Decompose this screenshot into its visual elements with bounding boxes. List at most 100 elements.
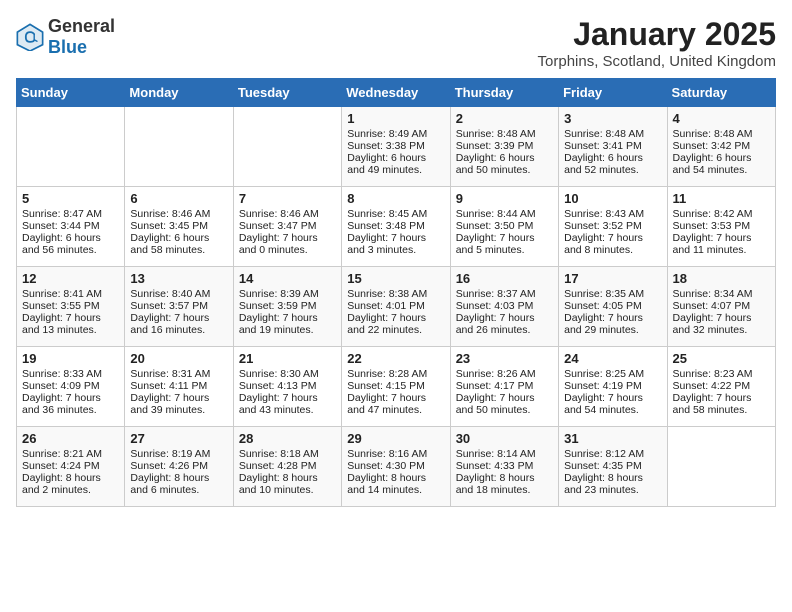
day-info: Sunrise: 8:33 AM [22,368,119,380]
day-info: Sunset: 4:33 PM [456,460,553,472]
calendar-cell: 24Sunrise: 8:25 AMSunset: 4:19 PMDayligh… [559,347,667,427]
day-info: Daylight: 8 hours [347,472,444,484]
header-tuesday: Tuesday [233,79,341,107]
day-info: Daylight: 7 hours [130,312,227,324]
calendar-cell: 5Sunrise: 8:47 AMSunset: 3:44 PMDaylight… [17,187,125,267]
day-info: and 16 minutes. [130,324,227,336]
day-info: Daylight: 7 hours [347,312,444,324]
day-info: Sunrise: 8:19 AM [130,448,227,460]
day-number: 16 [456,271,553,286]
calendar-cell: 18 Sunrise: 8:34 AMSunset: 4:07 PMDayligh… [667,267,775,347]
day-info: Sunset: 4:07 PM [673,300,770,312]
calendar-cell: 12Sunrise: 8:41 AMSunset: 3:55 PMDayligh… [17,267,125,347]
day-info: Sunrise: 8:46 AM [130,208,227,220]
day-info: Daylight: 7 hours [564,312,661,324]
day-info: Sunrise: 8:47 AM [22,208,119,220]
day-number: 22 [347,351,444,366]
day-info: and 43 minutes. [239,404,336,416]
day-info: Sunset: 3:52 PM [564,220,661,232]
day-info: and 0 minutes. [239,244,336,256]
day-number: 5 [22,191,119,206]
day-info: Sunrise: 8:46 AM [239,208,336,220]
day-info: and 10 minutes. [239,484,336,496]
day-number: 12 [22,271,119,286]
calendar-cell: 10 Sunrise: 8:43 AMSunset: 3:52 PMDayligh… [559,187,667,267]
day-number: 2 [456,111,553,126]
day-number: 1 [347,111,444,126]
day-number: 31 [564,431,661,446]
logo: General Blue [16,16,115,58]
header-monday: Monday [125,79,233,107]
day-number: 18 [673,271,770,286]
title-block: January 2025 Torphins, Scotland, United … [538,16,776,70]
location-title: Torphins, Scotland, United Kingdom [538,53,776,70]
day-info: Sunrise: 8:37 AM [456,288,553,300]
logo-icon [16,23,44,51]
logo-general: General [48,16,115,36]
day-number: 19 [22,351,119,366]
header-sunday: Sunday [17,79,125,107]
day-info: Sunset: 4:09 PM [22,380,119,392]
day-number: 23 [456,351,553,366]
day-info: Sunset: 4:22 PM [673,380,770,392]
header-friday: Friday [559,79,667,107]
day-info: and 47 minutes. [347,404,444,416]
day-info: Sunrise: 8:18 AM [239,448,336,460]
calendar-cell: 1Sunrise: 8:49 AMSunset: 3:38 PMDaylight… [342,107,450,187]
day-info: Daylight: 8 hours [22,472,119,484]
day-info: Sunrise: 8:16 AM [347,448,444,460]
day-info: Daylight: 7 hours [564,232,661,244]
calendar-cell: 29Sunrise: 8:16 AMSunset: 4:30 PMDayligh… [342,427,450,507]
day-info: Daylight: 7 hours [673,312,770,324]
day-info: Daylight: 7 hours [22,312,119,324]
day-number: 20 [130,351,227,366]
day-info: Sunrise: 8:28 AM [347,368,444,380]
day-info: and 14 minutes. [347,484,444,496]
calendar-cell: 21Sunrise: 8:30 AMSunset: 4:13 PMDayligh… [233,347,341,427]
day-info: and 50 minutes. [456,404,553,416]
day-info: Sunrise: 8:43 AM [564,208,661,220]
day-info: Sunrise: 8:39 AM [239,288,336,300]
day-info: Sunrise: 8:48 AM [456,128,553,140]
calendar-cell: 28Sunrise: 8:18 AMSunset: 4:28 PMDayligh… [233,427,341,507]
day-info: Sunrise: 8:38 AM [347,288,444,300]
day-number: 13 [130,271,227,286]
day-info: Sunrise: 8:31 AM [130,368,227,380]
day-info: Sunrise: 8:48 AM [673,128,770,140]
calendar-week-3: 12Sunrise: 8:41 AMSunset: 3:55 PMDayligh… [17,267,776,347]
day-info: Daylight: 7 hours [347,232,444,244]
day-info: and 32 minutes. [673,324,770,336]
day-info: Sunrise: 8:35 AM [564,288,661,300]
day-info: and 11 minutes. [673,244,770,256]
day-info: Sunrise: 8:49 AM [347,128,444,140]
day-info: Sunset: 4:15 PM [347,380,444,392]
day-info: Daylight: 6 hours [130,232,227,244]
day-info: Sunset: 3:47 PM [239,220,336,232]
day-info: Sunrise: 8:26 AM [456,368,553,380]
day-info: Sunset: 4:13 PM [239,380,336,392]
calendar-cell: 16Sunrise: 8:37 AMSunset: 4:03 PMDayligh… [450,267,558,347]
calendar-cell: 25Sunrise: 8:23 AMSunset: 4:22 PMDayligh… [667,347,775,427]
calendar-cell: 20Sunrise: 8:31 AMSunset: 4:11 PMDayligh… [125,347,233,427]
day-info: Sunrise: 8:40 AM [130,288,227,300]
day-info: and 58 minutes. [130,244,227,256]
month-title: January 2025 [538,16,776,53]
day-info: Sunrise: 8:34 AM [673,288,770,300]
day-number: 27 [130,431,227,446]
day-info: Daylight: 8 hours [130,472,227,484]
day-info: Sunset: 4:26 PM [130,460,227,472]
day-info: Sunrise: 8:12 AM [564,448,661,460]
calendar-cell: 22 Sunrise: 8:28 AMSunset: 4:15 PMDayligh… [342,347,450,427]
day-info: Sunrise: 8:42 AM [673,208,770,220]
day-number: 11 [673,191,770,206]
day-info: and 52 minutes. [564,164,661,176]
day-info: Sunset: 3:38 PM [347,140,444,152]
day-info: Sunset: 3:45 PM [130,220,227,232]
calendar-week-2: 5Sunrise: 8:47 AMSunset: 3:44 PMDaylight… [17,187,776,267]
day-info: Daylight: 7 hours [347,392,444,404]
day-number: 30 [456,431,553,446]
day-info: Daylight: 6 hours [673,152,770,164]
day-number: 10 [564,191,661,206]
calendar-cell: 14Sunrise: 8:39 AMSunset: 3:59 PMDayligh… [233,267,341,347]
day-info: Daylight: 7 hours [673,232,770,244]
